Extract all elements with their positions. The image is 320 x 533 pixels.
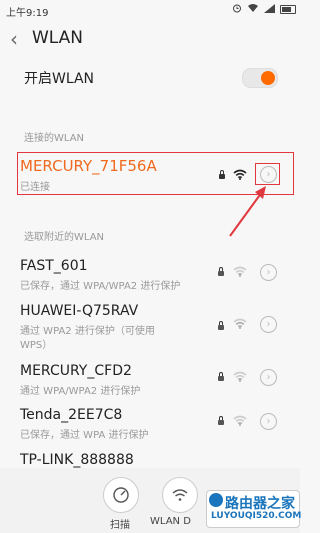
network-detail: 通过 WPA2 进行保护（可使用 <box>20 326 155 337</box>
lock-icon <box>218 372 224 381</box>
chevron-right-icon[interactable]: › <box>260 369 277 386</box>
wifi-weak-icon <box>233 266 247 277</box>
watermark-title: 路由器之家 <box>225 496 295 512</box>
wifi-weak-icon <box>233 371 247 382</box>
wifi-weak-icon <box>233 318 247 329</box>
wlan-toggle-switch[interactable] <box>242 68 278 88</box>
header: ‹ WLAN <box>0 24 300 54</box>
connected-network-name: MERCURY_71F56A <box>20 157 157 175</box>
wifi-status-icon <box>247 3 259 16</box>
network-detail: 已保存，通过 WPA/WPA2 进行保护 <box>20 281 181 292</box>
scan-label: 扫描 <box>110 520 130 531</box>
wifi-direct-icon <box>172 489 188 501</box>
scan-icon <box>113 487 129 503</box>
page-title: WLAN <box>32 28 84 48</box>
lock-icon <box>219 170 225 179</box>
status-bar: 上午9:19 <box>0 0 300 20</box>
connected-network-row[interactable]: MERCURY_71F56A 已连接 › <box>17 152 294 195</box>
wifi-weak-icon <box>233 415 247 426</box>
wlan-direct-label: WLAN D <box>150 516 191 527</box>
list-item[interactable]: FAST_601 已保存，通过 WPA/WPA2 进行保护 › <box>0 253 300 293</box>
list-item[interactable]: Tenda_2EE7C8 已保存，通过 WPA 进行保护 › <box>0 402 300 442</box>
lock-icon <box>218 321 224 330</box>
scan-button[interactable] <box>103 477 139 513</box>
chevron-right-icon[interactable]: › <box>260 316 277 333</box>
status-icons <box>232 3 296 16</box>
wlan-direct-button[interactable] <box>162 477 198 513</box>
signal-icon <box>264 3 275 16</box>
network-name: Tenda_2EE7C8 <box>20 407 123 423</box>
wifi-full-icon <box>233 169 247 180</box>
network-name: TP-LINK_888888 <box>20 452 134 468</box>
chevron-right-icon[interactable]: › <box>260 413 277 430</box>
connected-network-status: 已连接 <box>20 182 50 193</box>
network-name: HUAWEI-Q75RAV <box>20 303 139 319</box>
detail-button-highlight <box>255 163 280 185</box>
network-detail: 已保存，通过 WPA 进行保护 <box>20 430 149 441</box>
list-item[interactable]: HUAWEI-Q75RAV 通过 WPA2 进行保护（可使用 WPS） › <box>0 298 300 354</box>
back-icon[interactable]: ‹ <box>10 26 18 52</box>
alarm-icon <box>232 3 242 16</box>
site-watermark: 路由器之家 LUYOUQI520.COM <box>206 490 302 528</box>
watermark-logo-icon <box>209 493 223 507</box>
section-label-connected: 连接的WLAN <box>24 133 85 144</box>
list-item[interactable]: MERCURY_CFD2 通过 WPA/WPA2 进行保护 › <box>0 358 300 398</box>
network-detail-cont: WPS） <box>20 340 53 351</box>
network-name: FAST_601 <box>20 258 88 274</box>
toggle-knob <box>261 71 275 85</box>
wlan-toggle-row[interactable]: 开启WLAN <box>0 60 300 96</box>
wlan-toggle-label: 开启WLAN <box>24 71 95 87</box>
network-name: MERCURY_CFD2 <box>20 363 132 379</box>
lock-icon <box>218 267 224 276</box>
lock-icon <box>218 416 224 425</box>
battery-icon <box>280 5 296 14</box>
list-item[interactable]: TP-LINK_888888 <box>0 448 300 468</box>
network-detail: 通过 WPA/WPA2 进行保护 <box>20 386 141 397</box>
section-label-nearby: 选取附近的WLAN <box>24 232 105 243</box>
watermark-url: LUYOUQI520.COM <box>211 511 302 521</box>
chevron-right-icon[interactable]: › <box>260 264 277 281</box>
status-time: 上午9:19 <box>6 8 49 19</box>
